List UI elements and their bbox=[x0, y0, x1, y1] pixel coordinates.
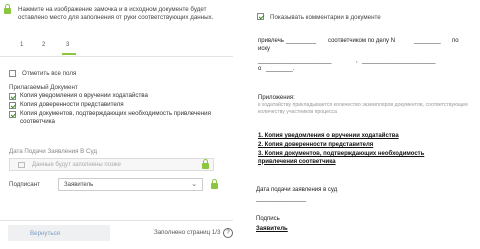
sign-title: Подпись bbox=[256, 216, 280, 222]
attachment-2: 2. Копия доверенности представителя bbox=[258, 142, 374, 148]
chevron-down-icon: ⌄ bbox=[191, 181, 197, 188]
attachment-1: 1. Копия уведомления о вручении ходатайс… bbox=[258, 133, 399, 139]
step-2[interactable]: 2 bbox=[42, 42, 45, 48]
check-all-label: Отметить все поля bbox=[22, 70, 77, 77]
show-comments-checkbox[interactable] bbox=[257, 13, 264, 20]
blank-field: ________. bbox=[266, 66, 295, 72]
attached-item-3: Копия документов, подтверждающих необход… bbox=[20, 110, 211, 125]
calendar-icon bbox=[18, 162, 25, 168]
step-tabs: 1 2 3 bbox=[8, 42, 233, 56]
attached-checkbox-2[interactable] bbox=[9, 102, 16, 109]
back-button[interactable]: Вернуться bbox=[8, 225, 110, 241]
step-1[interactable]: 1 bbox=[20, 42, 23, 48]
blank-field: _________ bbox=[286, 38, 317, 44]
doc-line-1-b: соответчиком по делу N bbox=[328, 38, 396, 44]
step-3[interactable]: 3 bbox=[66, 42, 69, 48]
sign-value: Заявитель bbox=[256, 226, 288, 232]
document-preview: Показывать комментарии в документе привл… bbox=[240, 0, 480, 249]
show-comments-label: Показывать комментарии в документе bbox=[270, 14, 381, 21]
attached-checkbox-3[interactable] bbox=[9, 111, 16, 118]
signer-select[interactable]: Заявитель ⌄ bbox=[58, 178, 203, 191]
doc-line-2: иску bbox=[258, 46, 271, 52]
pages-filled: Заполнено страниц 1/3 bbox=[154, 229, 221, 236]
date-label: Дата Подачи Заявления В Суд bbox=[9, 148, 97, 155]
lock-icon[interactable] bbox=[211, 179, 218, 189]
attached-item-2: Копия доверенности представителя bbox=[20, 101, 124, 108]
attachments-title: Приложения: bbox=[258, 95, 295, 101]
signer-label: Подписант bbox=[9, 181, 40, 188]
attachments-note: к ходатайству прикладывается количество … bbox=[258, 102, 468, 115]
doc-line-3-sep: , bbox=[356, 58, 358, 64]
signer-value: Заявитель bbox=[64, 182, 94, 188]
date-placeholder: Данные будут заполнены позже bbox=[32, 162, 121, 168]
help-icon[interactable]: ? bbox=[223, 228, 233, 238]
attachment-3: 3. Копия документов, подтверждающих необ… bbox=[258, 151, 425, 165]
check-all-checkbox[interactable] bbox=[9, 70, 16, 77]
doc-line-1-a: привлечь bbox=[258, 38, 284, 44]
blank-field: ________ bbox=[414, 38, 441, 44]
blank-field: ______________________ bbox=[362, 58, 436, 64]
date-title: Дата подачи заявления в суд bbox=[256, 187, 338, 193]
divider bbox=[0, 220, 233, 221]
left-panel: Нажмите на изображение замочка и в исход… bbox=[0, 0, 240, 249]
lock-icon bbox=[4, 4, 11, 14]
active-step-indicator bbox=[62, 53, 76, 55]
blank-field: _______________ bbox=[256, 196, 307, 202]
attached-item-1: Копия уведомления о вручении ходатайства bbox=[20, 92, 148, 99]
lock-icon[interactable] bbox=[202, 159, 209, 169]
doc-line-4: о bbox=[258, 66, 262, 72]
divider bbox=[0, 56, 233, 57]
blank-field: ______________________ bbox=[258, 58, 332, 64]
attached-checkbox-1[interactable] bbox=[9, 93, 16, 100]
attached-title: Прилагаемый Документ bbox=[9, 84, 78, 91]
notice-text: Нажмите на изображение замочка и в исход… bbox=[18, 6, 214, 21]
date-input[interactable]: Данные будут заполнены позже bbox=[9, 158, 214, 171]
doc-line-1-c: по bbox=[452, 38, 459, 44]
